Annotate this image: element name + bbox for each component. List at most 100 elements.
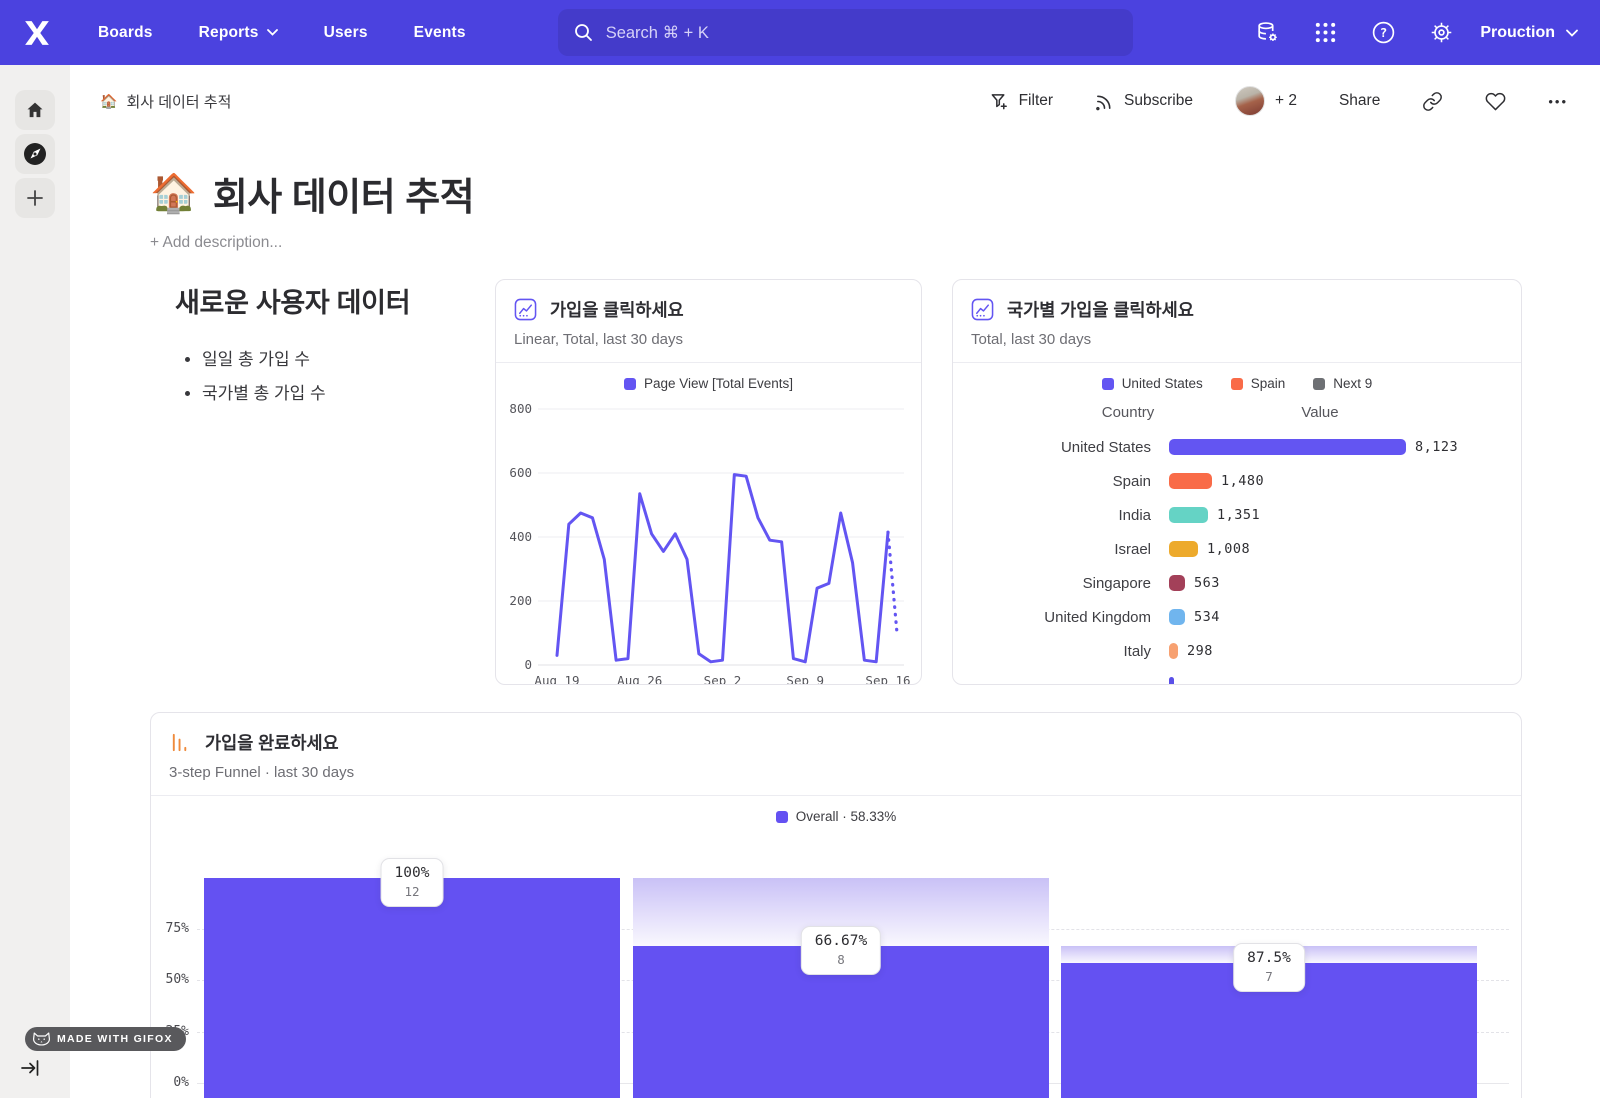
- page-title[interactable]: 🏠 회사 데이터 추적: [150, 166, 474, 221]
- value-bar[interactable]: [1169, 439, 1406, 455]
- line-chart-card: 가입을 클릭하세요 Linear, Total, last 30 days Pa…: [495, 279, 922, 685]
- value-label: 1,351: [1217, 507, 1260, 523]
- filter-button[interactable]: Filter: [990, 92, 1053, 111]
- value-bar[interactable]: [1169, 473, 1212, 489]
- table-row[interactable]: Italy 298: [953, 634, 1521, 668]
- filter-icon: [990, 92, 1009, 111]
- nav-label: Events: [414, 24, 466, 42]
- table-row[interactable]: United Kingdom534: [953, 600, 1521, 634]
- x-axis-tick: Aug 19: [534, 673, 579, 685]
- line-series: [557, 475, 888, 662]
- apps-grid-icon[interactable]: [1296, 21, 1354, 44]
- legend-item[interactable]: Page View [Total Events]: [624, 376, 793, 391]
- legend-item[interactable]: Spain: [1231, 376, 1286, 391]
- plus-icon: [26, 189, 44, 207]
- legend-label: Next 9: [1333, 376, 1372, 391]
- search-icon: [574, 23, 593, 42]
- card-title[interactable]: 국가별 가입을 클릭하세요: [1007, 297, 1194, 322]
- country-label: United Kingdom: [953, 609, 1151, 626]
- table-row-clipped[interactable]: [953, 668, 1521, 685]
- y-axis-tick: 200: [509, 593, 532, 608]
- country-label: India: [953, 507, 1151, 524]
- card-title[interactable]: 가입을 클릭하세요: [550, 297, 684, 322]
- x-axis-tick: Aug 26: [617, 673, 662, 685]
- text-widget[interactable]: 새로운 사용자 데이터 일일 총 가입 수 국가별 총 가입 수: [175, 281, 410, 413]
- value-bar[interactable]: [1169, 575, 1185, 591]
- funnel-step-label: 66.67%8: [801, 926, 881, 975]
- legend-swatch: [1313, 378, 1325, 390]
- conversion-pct: 100%: [395, 865, 430, 881]
- card-title[interactable]: 가입을 완료하세요: [205, 730, 339, 755]
- table-row[interactable]: Singapore563: [953, 566, 1521, 600]
- card-subtitle: Linear, Total, last 30 days: [514, 331, 903, 362]
- more-options-button[interactable]: •••: [1548, 94, 1568, 109]
- column-header-country[interactable]: Country: [993, 404, 1263, 421]
- gifox-label: MADE WITH GIFOX: [57, 1033, 173, 1045]
- table-row[interactable]: United States8,123: [953, 430, 1521, 464]
- value-bar[interactable]: [1169, 609, 1185, 625]
- value-label: 1,480: [1221, 473, 1264, 489]
- x-axis-tick: Sep 16: [865, 673, 910, 685]
- nav-item-events[interactable]: Events: [414, 24, 466, 42]
- rss-icon: [1095, 92, 1114, 111]
- table-row[interactable]: Israel1,008: [953, 532, 1521, 566]
- home-button[interactable]: [15, 90, 55, 130]
- discover-button[interactable]: [15, 134, 55, 174]
- share-button[interactable]: Share: [1339, 92, 1380, 110]
- sidebar-expand-toggle[interactable]: [21, 1060, 39, 1076]
- value-bar[interactable]: [1169, 541, 1198, 557]
- conversion-pct: 66.67%: [815, 933, 867, 949]
- search-input[interactable]: Search ⌘ + K: [558, 9, 1133, 56]
- value-label: 298: [1187, 643, 1213, 659]
- legend-item[interactable]: Next 9: [1313, 376, 1372, 391]
- country-bar-card: 국가별 가입을 클릭하세요 Total, last 30 days United…: [952, 279, 1522, 685]
- mixpanel-logo-icon[interactable]: [22, 16, 56, 50]
- copy-link-button[interactable]: [1422, 91, 1443, 112]
- legend-item[interactable]: Overall · 58.33%: [776, 809, 897, 824]
- project-selector[interactable]: Prouction: [1480, 24, 1578, 42]
- nav-item-users[interactable]: Users: [324, 24, 368, 42]
- subscribe-button[interactable]: Subscribe: [1095, 92, 1193, 111]
- table-row[interactable]: India 1,351: [953, 498, 1521, 532]
- add-board-button[interactable]: [15, 178, 55, 218]
- column-header-value[interactable]: Value: [1265, 404, 1375, 421]
- value-bar[interactable]: [1169, 507, 1208, 523]
- line-chart[interactable]: 8006004002000Aug 19Aug 26Sep 2Sep 9Sep 1…: [496, 391, 921, 685]
- nav-item-boards[interactable]: Boards: [98, 24, 153, 42]
- value-bar[interactable]: [1169, 643, 1178, 659]
- add-description-button[interactable]: + Add description...: [150, 234, 474, 252]
- nav-item-reports[interactable]: Reports: [199, 24, 278, 42]
- divider: [151, 795, 1521, 796]
- divider: [496, 362, 921, 363]
- settings-gear-icon[interactable]: [1412, 20, 1470, 45]
- breadcrumb[interactable]: 🏠 회사 데이터 추적: [100, 91, 231, 112]
- favorite-button[interactable]: [1485, 91, 1506, 112]
- legend-label: Page View [Total Events]: [644, 376, 793, 391]
- help-icon[interactable]: ?: [1354, 20, 1412, 45]
- chevron-down-icon: [267, 29, 278, 36]
- chart-legend: Overall · 58.33%: [151, 809, 1521, 824]
- table-row[interactable]: Spain1,480: [953, 464, 1521, 498]
- list-item: 일일 총 가입 수: [202, 345, 410, 370]
- share-label: Share: [1339, 92, 1380, 110]
- conversion-pct: 87.5%: [1247, 950, 1291, 966]
- funnel-bar-step-1[interactable]: [204, 878, 620, 1098]
- nav-label: Users: [324, 24, 368, 42]
- conversion-count: 7: [1247, 969, 1291, 984]
- x-axis-tick: Sep 9: [786, 673, 824, 685]
- data-management-icon[interactable]: [1238, 20, 1296, 45]
- fox-icon: [33, 1032, 50, 1046]
- legend-item[interactable]: United States: [1102, 376, 1203, 391]
- left-rail: [0, 65, 70, 1098]
- arrow-to-bar-icon: [21, 1060, 39, 1076]
- gifox-badge[interactable]: MADE WITH GIFOX: [25, 1027, 186, 1051]
- nav-right: ? Prouction: [1238, 20, 1578, 45]
- board-emoji-icon: 🏠: [100, 93, 117, 110]
- country-label: Italy: [953, 643, 1151, 660]
- y-axis-tick: 0%: [151, 1075, 189, 1090]
- country-label: United States: [953, 439, 1151, 456]
- nav-label: Boards: [98, 24, 153, 42]
- board-header-row: 🏠 회사 데이터 추적 Filter Subscribe + 2 Share •…: [70, 65, 1600, 137]
- collaborators[interactable]: + 2: [1235, 86, 1297, 116]
- nav-label: Reports: [199, 24, 259, 42]
